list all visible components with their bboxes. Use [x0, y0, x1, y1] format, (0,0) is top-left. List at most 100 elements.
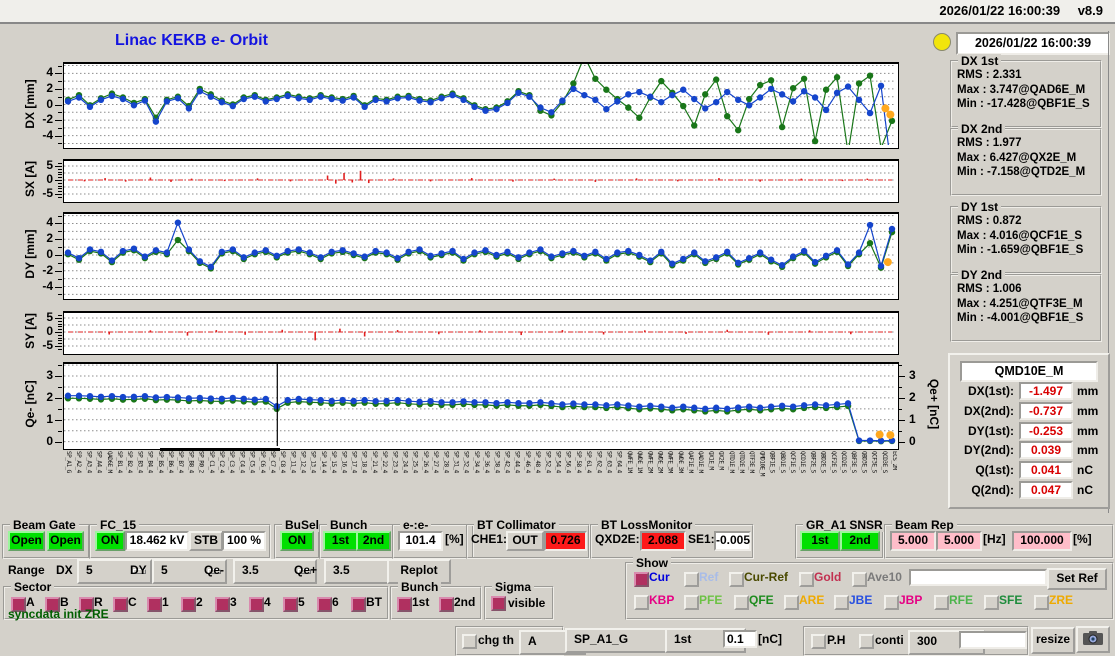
dy-orbit-plot: [63, 212, 899, 300]
set-ref-button[interactable]: Set Ref: [1047, 568, 1107, 590]
y-axis-tick: [55, 73, 62, 75]
bpm-detail-row-value: 0.047: [1019, 481, 1073, 499]
gr-a1-snsr-group: GR_A1 SNSR 1st 2nd: [795, 518, 886, 559]
y-axis-tick: [55, 135, 62, 137]
bpm-detail-row-label: DY(2nd):: [964, 443, 1014, 458]
qxd2e-value: 2.088: [640, 531, 686, 551]
show-pfe-checkbox[interactable]: [684, 595, 699, 610]
y-axis-tick: [58, 278, 62, 280]
y-axis-tick: [58, 185, 62, 187]
y-axis-tick-label: -4: [42, 127, 53, 142]
bpm-name-label: QCD3E_S: [880, 451, 888, 473]
sector-3-checkbox[interactable]: [215, 597, 230, 612]
bpm-name-label: SP_63_4: [605, 451, 613, 473]
threshold-input[interactable]: [723, 630, 757, 648]
show-cur-checkbox[interactable]: [634, 572, 649, 587]
y-axis-tick-label: 0: [46, 96, 53, 111]
bunch-select-2nd-checkbox[interactable]: [439, 597, 454, 612]
bpm-name-label: QTD1E_M: [727, 451, 735, 473]
titlebar-clock: 2026/01/22 16:00:39: [939, 3, 1061, 18]
y-axis-tick: [55, 180, 62, 181]
y-axis-tick: [55, 120, 62, 122]
selected-region-marker: [160, 448, 280, 451]
sector-c-checkbox[interactable]: [113, 597, 128, 612]
dx-2nd-stats-title: DX 2nd: [958, 122, 1006, 136]
show-ref-checkbox[interactable]: [684, 572, 699, 587]
bunch-select-1st-checkbox[interactable]: [397, 597, 412, 612]
dx-2nd-min: Min : -7.158@QTD2E_M: [957, 166, 1086, 178]
show-ave10-checkbox[interactable]: [852, 572, 867, 587]
fc15-on-button[interactable]: ON: [95, 531, 125, 551]
che1-out-button[interactable]: OUT: [506, 531, 544, 551]
bpm-name-label: SP_B6_4: [166, 451, 174, 473]
sigma-group: Sigma visible: [484, 580, 554, 620]
sector-2-label: 2: [196, 595, 203, 609]
show-jbp-checkbox[interactable]: [884, 595, 899, 610]
extra-input[interactable]: [959, 631, 1027, 649]
bt-lossmonitor-label: BT LossMonitor: [598, 518, 696, 532]
bunch-1st-button[interactable]: 1st: [323, 531, 358, 551]
chg-th-checkbox[interactable]: [462, 634, 477, 649]
busel-on-button[interactable]: ON: [280, 531, 314, 551]
sector-4-checkbox[interactable]: [249, 597, 264, 612]
bunch-select-2nd-label: 2nd: [454, 595, 476, 609]
show-sfe-checkbox[interactable]: [984, 595, 999, 610]
show-are-checkbox[interactable]: [784, 595, 799, 610]
y-axis-tick-label: 2: [46, 80, 53, 95]
sigma-visible-checkbox[interactable]: [491, 596, 506, 611]
sector-5-checkbox[interactable]: [283, 597, 298, 612]
sector-bt-checkbox[interactable]: [351, 597, 366, 612]
ee-ratio-group: e-:e- 101.4 [%]: [392, 518, 474, 559]
sector-2-checkbox[interactable]: [181, 597, 196, 612]
bpm-name-label: QBD2E_S: [819, 451, 827, 473]
ph-checkbox[interactable]: [811, 634, 826, 649]
fc15-label: FC_15: [97, 518, 140, 532]
fc15-kv-value: 18.462 kV: [125, 531, 189, 551]
window-titlebar: 2026/01/22 16:00:39 v8.9: [0, 0, 1115, 22]
y-axis-tick: [58, 171, 62, 173]
show-pfe-label: PFE: [699, 593, 723, 607]
y-axis-tick: [58, 191, 62, 193]
bpm-name-label: SP_61_4: [585, 451, 593, 473]
beam-gate-open-1-button[interactable]: Open: [8, 531, 45, 551]
gr-a1-1st-button[interactable]: 1st: [800, 531, 840, 551]
show-cur-ref-checkbox[interactable]: [729, 572, 744, 587]
y-axis-right-tick: [898, 397, 905, 399]
bpm-detail-row-label: Q(2nd):: [971, 483, 1014, 497]
y-axis-tick: [58, 215, 62, 217]
conti-checkbox[interactable]: [859, 634, 874, 649]
beam-gate-group: Beam Gate Open Open: [2, 518, 90, 559]
show-kbp-checkbox[interactable]: [634, 595, 649, 610]
dx-1st-stats-group: DX 1st RMS : 2.331 Max : 3.747@QAD6E_M M…: [950, 54, 1102, 128]
dx-1st-stats-title: DX 1st: [958, 54, 1002, 68]
show-rfe-checkbox[interactable]: [934, 595, 949, 610]
beam-rep-value-2: 5.000: [936, 531, 982, 551]
ref-file-input[interactable]: [909, 569, 1047, 586]
resize-button[interactable]: resize: [1031, 627, 1075, 654]
sector-3-label: 3: [230, 595, 237, 609]
bt-collimator-label: BT Collimator: [474, 518, 559, 532]
gr-a1-2nd-button[interactable]: 2nd: [840, 531, 880, 551]
bunch-2nd-button[interactable]: 2nd: [356, 531, 391, 551]
show-zre-checkbox[interactable]: [1034, 595, 1049, 610]
y-axis-tick: [58, 177, 62, 179]
chg-th-value: A: [528, 634, 537, 648]
screenshot-button[interactable]: [1076, 626, 1110, 653]
beam-rep-pct-unit: [%]: [1073, 532, 1092, 546]
range-label: Range: [8, 563, 45, 577]
show-gold-checkbox[interactable]: [799, 572, 814, 587]
y-axis-tick: [55, 441, 62, 443]
show-qfe-checkbox[interactable]: [734, 595, 749, 610]
sector-6-checkbox[interactable]: [317, 597, 332, 612]
bpm-detail-row-value: 0.039: [1019, 441, 1073, 460]
y-axis-tick: [58, 294, 62, 296]
y-axis-tick-label: -2: [42, 112, 53, 127]
bpm-name-label: SP_24_4: [401, 451, 409, 473]
sector-5-label: 5: [298, 595, 305, 609]
show-jbe-checkbox[interactable]: [834, 595, 849, 610]
sector-1-checkbox[interactable]: [147, 597, 162, 612]
y-axis-tick: [58, 315, 62, 317]
sy-steering-plot: [63, 311, 899, 355]
bpm-name-label: QBF1E_S: [768, 451, 776, 473]
beam-gate-open-2-button[interactable]: Open: [47, 531, 84, 551]
